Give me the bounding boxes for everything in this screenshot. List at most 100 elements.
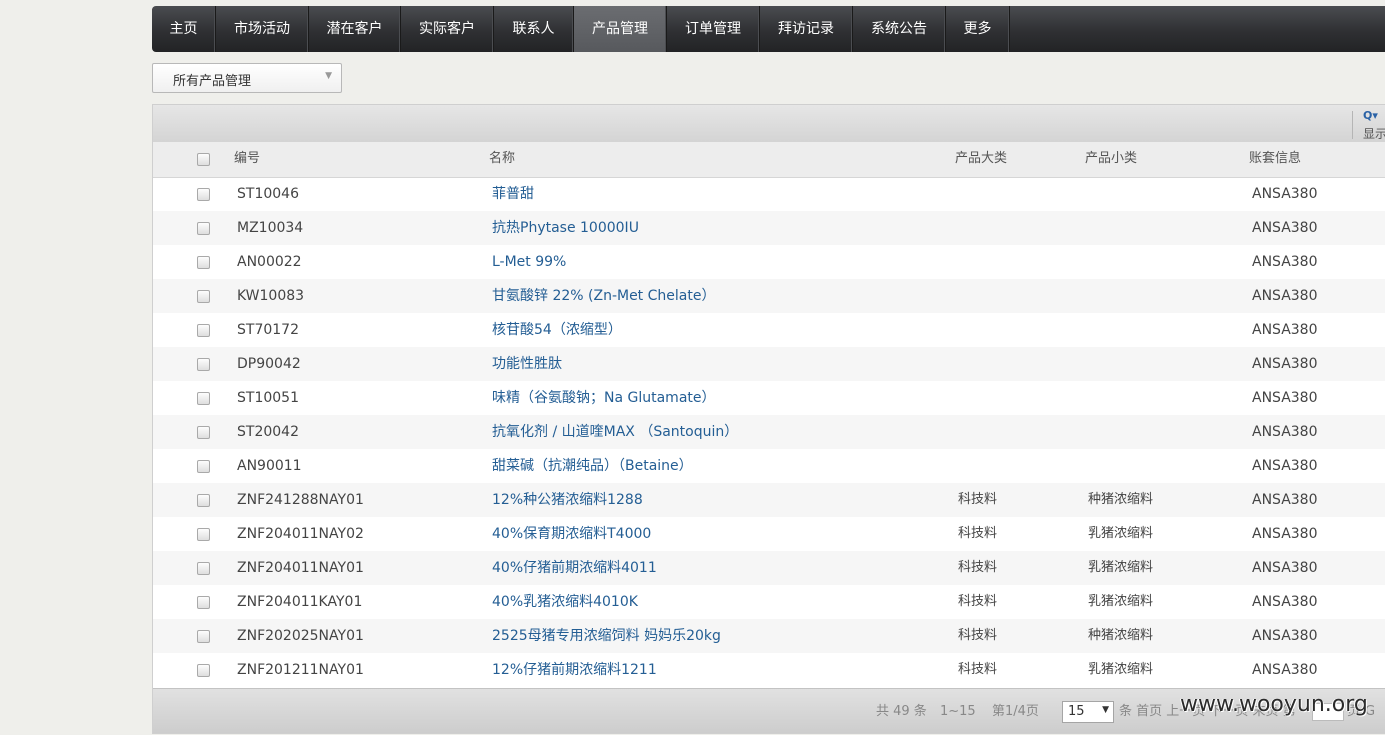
cell-name-link[interactable]: 抗氧化剂 / 山道喹MAX （Santoquin） bbox=[492, 415, 738, 449]
table-row[interactable]: ST10046 菲普甜 ANSA380 bbox=[153, 177, 1385, 211]
view-select-value: 所有产品管理 bbox=[173, 74, 252, 89]
nav-item[interactable]: 实际客户 bbox=[401, 6, 494, 52]
cell-code: ST70172 bbox=[237, 322, 299, 338]
row-checkbox[interactable] bbox=[197, 188, 210, 201]
nav-item[interactable]: 更多 bbox=[946, 6, 1010, 52]
cell-account: ANSA380 bbox=[1252, 594, 1318, 610]
cell-code: ZNF201211NAY01 bbox=[237, 662, 364, 678]
nav-item[interactable]: 订单管理 bbox=[667, 6, 760, 52]
table-row[interactable]: ST70172 核苷酸54（浓缩型） ANSA380 bbox=[153, 313, 1385, 347]
nav-item[interactable]: 产品管理 bbox=[574, 6, 667, 52]
cell-name-link[interactable]: 核苷酸54（浓缩型） bbox=[492, 313, 622, 347]
header-major-category[interactable]: 产品大类 bbox=[955, 142, 1007, 176]
cell-minor-category: 乳猪浓缩料 bbox=[1088, 526, 1154, 541]
cell-account: ANSA380 bbox=[1252, 458, 1318, 474]
cell-account: ANSA380 bbox=[1252, 662, 1318, 678]
cell-name-link[interactable]: 40%乳猪浓缩料4010K bbox=[492, 585, 638, 619]
row-checkbox[interactable] bbox=[197, 494, 210, 507]
row-checkbox[interactable] bbox=[197, 324, 210, 337]
page-size-value: 15 bbox=[1068, 704, 1085, 719]
header-name[interactable]: 名称 bbox=[489, 142, 515, 176]
nav-item[interactable]: 系统公告 bbox=[853, 6, 946, 52]
cell-name-link[interactable]: 味精（谷氨酸钠；Na Glutamate） bbox=[492, 381, 716, 415]
cell-code: MZ10034 bbox=[237, 220, 304, 236]
toolbar-divider bbox=[1352, 111, 1353, 139]
corner-mark bbox=[152, 0, 182, 12]
nav-item[interactable]: 市场活动 bbox=[216, 6, 309, 52]
row-checkbox[interactable] bbox=[197, 222, 210, 235]
table-row[interactable]: MZ10034 抗热Phytase 10000IU ANSA380 bbox=[153, 211, 1385, 245]
table-row[interactable]: ZNF241288NAY01 12%种公猪浓缩料1288 科技料 种猪浓缩料 ANSA3… bbox=[153, 483, 1385, 517]
table-row[interactable]: ZNF204011NAY02 40%保育期浓缩料T4000 科技料 乳猪浓缩料 ANSA… bbox=[153, 517, 1385, 551]
page-size-select[interactable]: 15 ▼ bbox=[1062, 701, 1114, 723]
cell-name-link[interactable]: L-Met 99% bbox=[492, 245, 566, 279]
nav-item[interactable]: 联系人 bbox=[494, 6, 574, 52]
nav-item[interactable]: 主页 bbox=[152, 6, 216, 52]
cell-major-category: 科技料 bbox=[958, 492, 998, 507]
cell-name-link[interactable]: 菲普甜 bbox=[492, 177, 534, 211]
header-minor-category[interactable]: 产品小类 bbox=[1085, 142, 1137, 176]
cell-name-link[interactable]: 40%保育期浓缩料T4000 bbox=[492, 517, 651, 551]
cell-minor-category: 乳猪浓缩料 bbox=[1088, 594, 1154, 609]
cell-name-link[interactable]: 2525母猪专用浓缩饲料 妈妈乐20kg bbox=[492, 619, 721, 653]
cell-account: ANSA380 bbox=[1252, 220, 1318, 236]
table-row[interactable]: ZNF201211NAY01 12%仔猪前期浓缩料1211 科技料 乳猪浓缩料 ANSA… bbox=[153, 653, 1385, 687]
row-checkbox[interactable] bbox=[197, 358, 210, 371]
cell-name-link[interactable]: 甜菜碱（抗潮纯品）（Betaine） bbox=[492, 449, 693, 483]
cell-minor-category: 乳猪浓缩料 bbox=[1088, 662, 1154, 677]
cell-account: ANSA380 bbox=[1252, 390, 1318, 406]
cell-code: KW10083 bbox=[237, 288, 305, 304]
cell-name-link[interactable]: 12%仔猪前期浓缩料1211 bbox=[492, 653, 657, 687]
table-row[interactable]: ST10051 味精（谷氨酸钠；Na Glutamate） ANSA380 bbox=[153, 381, 1385, 415]
row-checkbox[interactable] bbox=[197, 528, 210, 541]
cell-code: AN00022 bbox=[237, 254, 302, 270]
view-select[interactable]: 所有产品管理 ▼ bbox=[152, 63, 342, 93]
row-checkbox[interactable] bbox=[197, 460, 210, 473]
cell-name-link[interactable]: 12%种公猪浓缩料1288 bbox=[492, 483, 643, 517]
table-row[interactable]: AN00022 L-Met 99% ANSA380 bbox=[153, 245, 1385, 279]
table-row[interactable]: ST20042 抗氧化剂 / 山道喹MAX （Santoquin） ANSA380 bbox=[153, 415, 1385, 449]
table-row[interactable]: KW10083 甘氨酸锌 22% (Zn-Met Chelate） ANSA380 bbox=[153, 279, 1385, 313]
cell-name-link[interactable]: 甘氨酸锌 22% (Zn-Met Chelate） bbox=[492, 279, 715, 313]
cell-account: ANSA380 bbox=[1252, 492, 1318, 508]
cell-name-link[interactable]: 抗热Phytase 10000IU bbox=[492, 211, 639, 245]
cell-name-link[interactable]: 40%仔猪前期浓缩料4011 bbox=[492, 551, 657, 585]
table-row[interactable]: AN90011 甜菜碱（抗潮纯品）（Betaine） ANSA380 bbox=[153, 449, 1385, 483]
header-account[interactable]: 账套信息 bbox=[1249, 142, 1301, 176]
cell-code: AN90011 bbox=[237, 458, 302, 474]
cell-account: ANSA380 bbox=[1252, 288, 1318, 304]
row-checkbox[interactable] bbox=[197, 630, 210, 643]
row-checkbox[interactable] bbox=[197, 290, 210, 303]
search-icon[interactable]: Q▾ bbox=[1363, 109, 1378, 122]
nav-item[interactable]: 潜在客户 bbox=[309, 6, 401, 52]
row-checkbox[interactable] bbox=[197, 426, 210, 439]
table-row[interactable]: DP90042 功能性胜肽 ANSA380 bbox=[153, 347, 1385, 381]
cell-account: ANSA380 bbox=[1252, 424, 1318, 440]
chevron-down-icon: ▼ bbox=[1102, 705, 1109, 715]
table-header: 编号 名称 产品大类 产品小类 账套信息 bbox=[153, 142, 1385, 178]
cell-name-link[interactable]: 功能性胜肽 bbox=[492, 347, 562, 381]
select-all-checkbox[interactable] bbox=[197, 153, 210, 166]
total-count: 共 49 条 bbox=[876, 704, 927, 719]
table-row[interactable]: ZNF204011KAY01 40%乳猪浓缩料4010K 科技料 乳猪浓缩料 ANSA3… bbox=[153, 585, 1385, 619]
cell-minor-category: 种猪浓缩料 bbox=[1088, 628, 1154, 643]
row-checkbox[interactable] bbox=[197, 664, 210, 677]
table-row[interactable]: ZNF204011NAY01 40%仔猪前期浓缩料4011 科技料 乳猪浓缩料 ANSA… bbox=[153, 551, 1385, 585]
table-row[interactable]: ZNF202025NAY01 2525母猪专用浓缩饲料 妈妈乐20kg 科技料 种猪浓… bbox=[153, 619, 1385, 653]
go-button[interactable]: G bbox=[1365, 689, 1375, 735]
row-checkbox[interactable] bbox=[197, 256, 210, 269]
nav-item[interactable]: 拜访记录 bbox=[760, 6, 853, 52]
row-checkbox[interactable] bbox=[197, 392, 210, 405]
page-indicator: 第1/4页 bbox=[992, 704, 1039, 719]
chevron-down-icon: ▼ bbox=[325, 71, 332, 81]
goto-page-input[interactable] bbox=[1312, 703, 1344, 721]
cell-code: ST20042 bbox=[237, 424, 299, 440]
row-checkbox[interactable] bbox=[197, 596, 210, 609]
show-columns-button[interactable]: 显示 bbox=[1363, 125, 1385, 142]
pagination-links[interactable]: 条 首页 上一页 下一页 末页 第 bbox=[1119, 689, 1296, 735]
row-checkbox[interactable] bbox=[197, 562, 210, 575]
cell-minor-category: 乳猪浓缩料 bbox=[1088, 560, 1154, 575]
header-code[interactable]: 编号 bbox=[234, 142, 260, 176]
cell-major-category: 科技料 bbox=[958, 594, 998, 609]
cell-code: ST10046 bbox=[237, 186, 299, 202]
